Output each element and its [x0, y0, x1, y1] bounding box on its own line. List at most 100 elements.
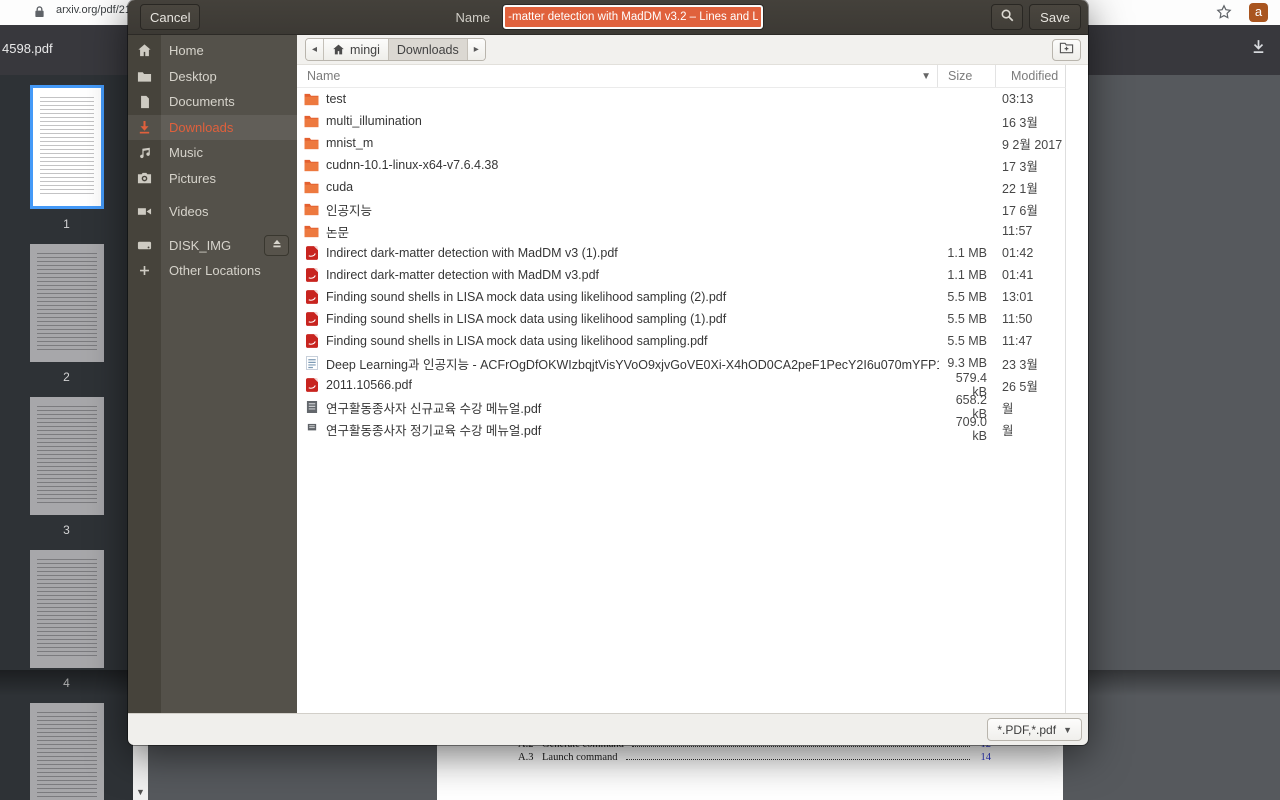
dialog-header-bar: Cancel Name Save — [128, 0, 1088, 35]
sort-descending-icon[interactable]: ▼ — [921, 71, 937, 82]
file-size: 5.5 MB — [947, 312, 987, 326]
sidebar-item-documents[interactable]: Documents — [128, 89, 297, 115]
file-row[interactable]: multi_illumination 16 3월 — [297, 110, 1065, 132]
file-row[interactable]: 연구활동종사자 정기교육 수강 메뉴얼.pdf 709.0 kB 월 — [297, 415, 1065, 443]
sidebar-item-label: Desktop — [169, 68, 217, 84]
save-button[interactable]: Save — [1029, 4, 1081, 30]
file-modified: 16 3월 — [1002, 115, 1038, 130]
gray-doc-small-icon — [304, 422, 319, 436]
file-modified: 11:57 — [1002, 224, 1033, 238]
sidebar-item-pictures[interactable]: Pictures — [128, 166, 297, 192]
save-file-dialog: Cancel Name Save Home Desktop Documents Dow… — [128, 0, 1088, 745]
file-type-filter-dropdown[interactable]: *.PDF,*.pdf ▼ — [987, 718, 1082, 741]
sidebar-item-label: Home — [169, 43, 204, 59]
eject-button[interactable] — [264, 234, 289, 256]
sidebar-item-label: Other Locations — [169, 263, 261, 279]
file-modified: 23 3월 — [1002, 357, 1038, 372]
document-icon — [128, 95, 161, 109]
file-name: cuda — [326, 180, 354, 194]
pdf-icon — [304, 334, 319, 348]
sidebar-item-label: Pictures — [169, 170, 216, 186]
bookmark-star-icon[interactable] — [1216, 4, 1232, 25]
toc-dot-leader — [625, 759, 970, 761]
file-row[interactable]: test 03:13 — [297, 88, 1065, 110]
column-header-modified[interactable]: Modified — [996, 69, 1065, 83]
thumbnail-page-number: 3 — [63, 523, 70, 537]
folder-icon — [304, 225, 319, 238]
lock-icon[interactable] — [34, 5, 45, 23]
new-folder-icon — [1059, 40, 1074, 60]
sidebar-item-desktop[interactable]: Desktop — [128, 64, 297, 90]
file-modified: 월 — [1002, 401, 1014, 416]
file-name: Finding sound shells in LISA mock data u… — [326, 290, 727, 304]
file-list: test 03:13 multi_illumination 16 3월 mnist_m 9… — [297, 88, 1066, 713]
sidebar-item-disk-img[interactable]: DISK_IMG — [128, 233, 297, 259]
sidebar-item-music[interactable]: Music — [128, 140, 297, 166]
path-forward-button[interactable]: ▸ — [467, 39, 485, 60]
file-modified: 11:47 — [1002, 334, 1033, 348]
file-row[interactable]: cuda 22 1월 — [297, 176, 1065, 198]
file-row[interactable]: Finding sound shells in LISA mock data u… — [297, 308, 1065, 330]
sidebar-item-label: DISK_IMG — [169, 237, 232, 253]
camera-icon — [128, 171, 161, 186]
pdf-icon — [304, 290, 319, 304]
file-modified: 01:41 — [1002, 268, 1034, 282]
file-row[interactable]: Finding sound shells in LISA mock data u… — [297, 286, 1065, 308]
thumbnail-page[interactable] — [29, 703, 104, 800]
sidebar-item-label: Documents — [169, 94, 235, 110]
file-name: cudnn-10.1-linux-x64-v7.6.4.38 — [326, 158, 499, 172]
scroll-down-arrow-icon[interactable]: ▼ — [133, 785, 148, 800]
thumbnail-page[interactable] — [29, 85, 104, 209]
path-current-button[interactable]: Downloads — [388, 39, 468, 60]
download-icon[interactable] — [1250, 38, 1267, 60]
path-bar: ◂ mingi Downloads ▸ — [297, 35, 1088, 65]
eject-icon — [271, 238, 283, 253]
drive-icon — [128, 238, 161, 253]
file-row[interactable]: Finding sound shells in LISA mock data u… — [297, 330, 1065, 352]
file-row[interactable]: 논문 11:57 — [297, 220, 1065, 242]
file-name: Indirect dark-matter detection with MadD… — [326, 246, 618, 260]
profile-avatar[interactable]: a — [1249, 3, 1268, 22]
file-size: 709.0 kB — [955, 415, 987, 443]
folder-icon — [304, 115, 319, 128]
folder-icon — [304, 93, 319, 106]
folder-icon — [128, 69, 161, 84]
thumbnail-page[interactable] — [29, 397, 104, 515]
file-row[interactable]: Indirect dark-matter detection with MadD… — [297, 242, 1065, 264]
thumbnail-page[interactable] — [29, 550, 104, 668]
sidebar-item-videos[interactable]: Videos — [128, 199, 297, 225]
path-home-button[interactable]: mingi — [324, 39, 389, 60]
file-row[interactable]: Indirect dark-matter detection with MadD… — [297, 264, 1065, 286]
cancel-button[interactable]: Cancel — [140, 4, 201, 30]
new-folder-button[interactable] — [1052, 39, 1081, 61]
home-icon — [332, 43, 345, 56]
pdf-thumbnail[interactable]: 2 — [29, 244, 104, 397]
file-modified: 9 2월 2017 — [1002, 137, 1063, 152]
file-name: test — [326, 92, 347, 106]
file-row[interactable]: cudnn-10.1-linux-x64-v7.6.4.38 17 3월 — [297, 154, 1065, 176]
pdf-thumbnail[interactable]: 3 — [29, 397, 104, 550]
thumbnail-page[interactable] — [29, 244, 104, 362]
filename-input[interactable] — [503, 5, 764, 29]
sidebar-item-other-locations[interactable]: Other Locations — [128, 258, 297, 284]
column-header-name[interactable]: Name — [297, 69, 340, 83]
gray-doc-icon — [304, 400, 319, 414]
pdf-icon — [304, 268, 319, 282]
path-back-button[interactable]: ◂ — [306, 39, 325, 60]
column-header-size[interactable]: Size — [938, 69, 995, 83]
sidebar-item-home[interactable]: Home — [128, 38, 297, 64]
file-size: 1.1 MB — [947, 268, 987, 282]
file-size: 1.1 MB — [947, 246, 987, 260]
search-button[interactable] — [991, 4, 1023, 30]
pdf-thumbnail[interactable]: 5 — [29, 703, 104, 800]
sidebar-item-downloads[interactable]: Downloads — [128, 114, 297, 140]
folder-icon — [304, 137, 319, 150]
toc-entry[interactable]: A.3 Launch command 14 — [505, 752, 991, 763]
file-browser-main: ◂ mingi Downloads ▸ Name ▼ Size Modified… — [297, 35, 1088, 713]
folder-icon — [304, 159, 319, 172]
pdf-thumbnail[interactable]: 1 — [29, 85, 104, 244]
filter-value: *.PDF,*.pdf — [997, 722, 1057, 737]
file-row[interactable]: 인공지능 17 6월 — [297, 198, 1065, 220]
file-name: mnist_m — [326, 136, 374, 150]
file-row[interactable]: mnist_m 9 2월 2017 — [297, 132, 1065, 154]
